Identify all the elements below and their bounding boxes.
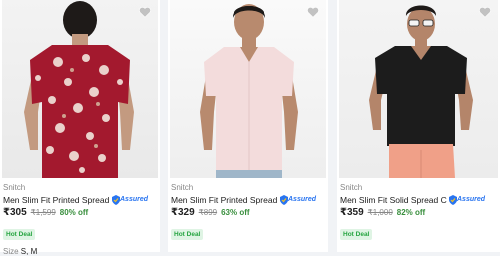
product-mrp: ₹899 <box>198 208 218 217</box>
product-title[interactable]: Men Slim Fit Solid Spread Collar ... <box>340 195 447 205</box>
hot-deal-badge: Hot Deal <box>340 229 373 240</box>
assured-badge-icon <box>112 194 120 205</box>
product-card[interactable]: Snitch Men Slim Fit Solid Spread Collar … <box>337 0 500 252</box>
assured-badge: Assured <box>449 194 486 205</box>
product-price: ₹305 <box>3 207 27 218</box>
product-title[interactable]: Men Slim Fit Printed Spread Coll... <box>3 195 110 205</box>
product-mrp: ₹1,000 <box>367 208 393 217</box>
product-discount: 80% off <box>59 208 89 217</box>
product-card[interactable]: Snitch Men Slim Fit Printed Spread Coll.… <box>168 0 328 252</box>
product-brand: Snitch <box>3 183 26 192</box>
wishlist-heart-icon[interactable] <box>306 5 320 19</box>
product-discount: 82% off <box>396 208 426 217</box>
product-image[interactable] <box>170 0 326 178</box>
assured-badge-icon <box>449 194 457 205</box>
assured-badge-icon <box>280 194 288 205</box>
product-discount: 63% off <box>221 208 250 217</box>
assured-label: Assured <box>457 196 486 203</box>
assured-badge: Assured <box>112 194 149 205</box>
product-title[interactable]: Men Slim Fit Printed Spread Coll... <box>171 195 278 205</box>
wishlist-heart-icon[interactable] <box>138 5 152 19</box>
product-image[interactable] <box>2 0 158 178</box>
product-image[interactable] <box>339 0 498 178</box>
product-mrp: ₹1,599 <box>30 208 56 217</box>
product-brand: Snitch <box>340 183 363 192</box>
wishlist-heart-icon[interactable] <box>478 5 492 19</box>
hot-deal-badge: Hot Deal <box>171 229 204 240</box>
assured-badge: Assured <box>280 194 317 205</box>
product-card[interactable]: Snitch Men Slim Fit Printed Spread Coll.… <box>0 0 160 256</box>
product-price: ₹329 <box>171 207 195 218</box>
product-brand: Snitch <box>171 183 194 192</box>
product-price: ₹359 <box>340 207 364 218</box>
assured-label: Assured <box>288 196 317 203</box>
hot-deal-badge: Hot Deal <box>3 229 36 240</box>
assured-label: Assured <box>120 196 149 203</box>
